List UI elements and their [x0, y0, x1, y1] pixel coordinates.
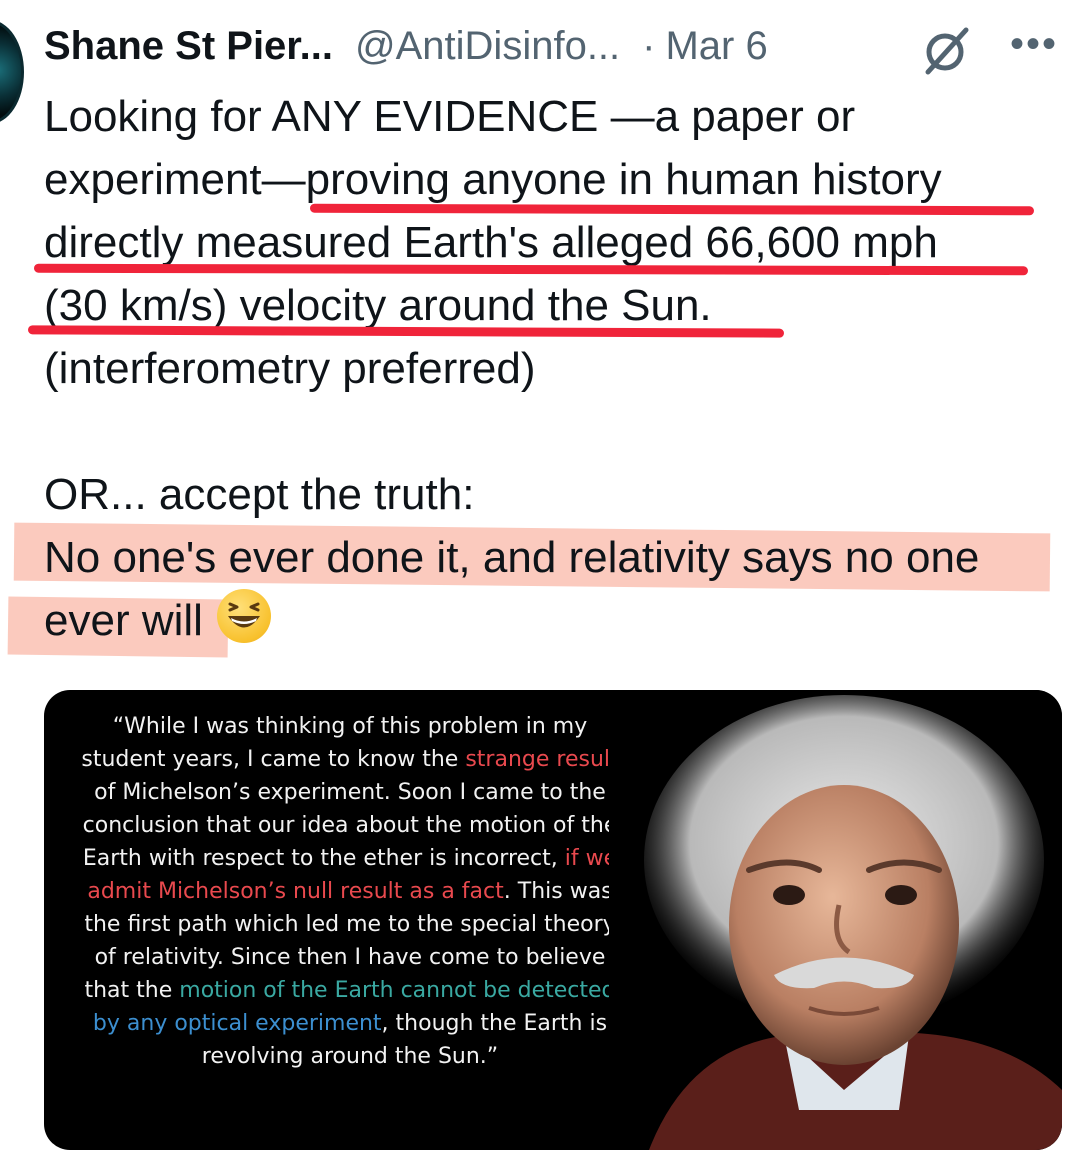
- tweet-text-line: OR... accept the truth:: [44, 470, 475, 519]
- tweet-media-image[interactable]: “While I was thinking of this problem in…: [44, 690, 1062, 1150]
- quote-line: “While I was thinking of this problem in…: [112, 714, 588, 739]
- quote-line: of Michelson’s experiment. Soon I came t…: [94, 780, 606, 805]
- tweet-date[interactable]: Mar 6: [665, 24, 767, 69]
- quote-line: admit Michelson’s null result as a fact.…: [87, 879, 613, 904]
- tweet-text-line: ever will: [44, 596, 203, 645]
- quote-line: Earth with respect to the ether is incor…: [82, 846, 618, 871]
- quote-line: that the motion of the Earth cannot be d…: [84, 978, 616, 1003]
- quote-line: the first path which led me to the speci…: [84, 912, 616, 937]
- quote-line: student years, I came to know the strang…: [81, 747, 619, 772]
- author-avatar[interactable]: [0, 20, 24, 124]
- author-handle[interactable]: @AntiDisinfo...: [355, 24, 620, 69]
- tweet-text-line-with-emoji: ever will: [44, 589, 1054, 652]
- tweet-header: Shane St Pier... @AntiDisinfo... · Mar 6: [44, 14, 768, 78]
- quote-line: by any optical experiment, though the Ea…: [92, 1011, 608, 1036]
- quote-line: of relativity. Since then I have come to…: [94, 945, 606, 970]
- tweet-text-line: (interferometry preferred): [44, 344, 536, 393]
- quote-line: conclusion that our idea about the motio…: [82, 813, 618, 838]
- quote-text: “While I was thinking of this problem in…: [44, 710, 656, 1073]
- more-options-icon[interactable]: •••: [1010, 22, 1058, 66]
- grinning-squinting-face-icon: [216, 589, 271, 643]
- tweet-text-line: Looking for ANY EVIDENCE —a paper or: [44, 92, 856, 141]
- tweet-text-line: No one's ever done it, and relativity sa…: [44, 533, 980, 582]
- tweet-text: Looking for ANY EVIDENCE —a paper or exp…: [44, 85, 1054, 652]
- separator-dot: ·: [642, 23, 656, 68]
- grok-icon[interactable]: [918, 22, 974, 78]
- quote-line: revolving around the Sun.”: [201, 1044, 499, 1069]
- einstein-portrait-image: [609, 690, 1062, 1150]
- author-name[interactable]: Shane St Pier...: [44, 24, 333, 69]
- tweet-text-line: experiment—proving anyone in human histo…: [44, 155, 942, 204]
